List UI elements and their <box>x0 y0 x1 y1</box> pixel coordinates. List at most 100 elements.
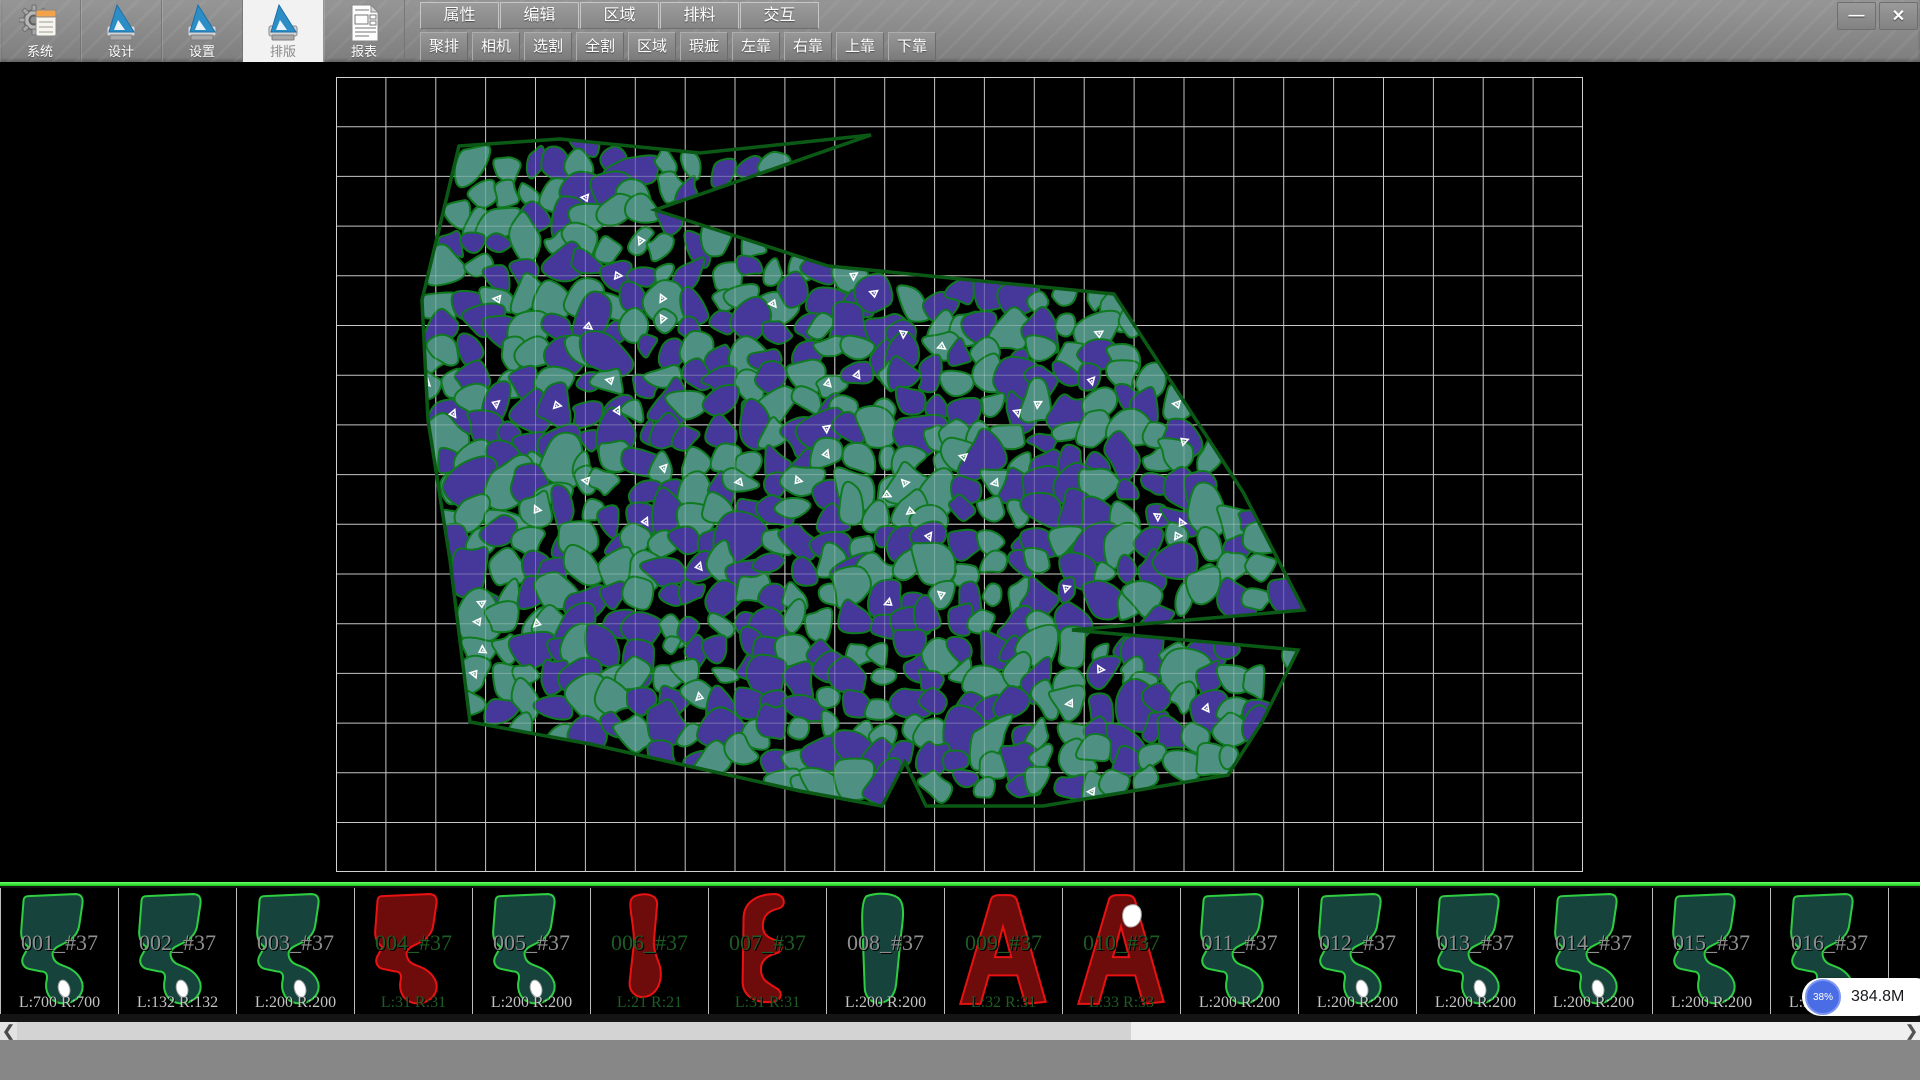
mode-button-label: 设计 <box>108 43 134 60</box>
part-thumbnail[interactable]: 002_#37L:132 R:132 <box>119 888 237 1014</box>
part-lr-count: L:200 R:200 <box>1653 994 1770 1012</box>
mode-button-label: 报表 <box>351 43 377 60</box>
mode-button-layout[interactable]: 排版 <box>243 0 324 62</box>
report-icon <box>343 3 385 43</box>
part-thumbnail[interactable]: 012_#37 L:200 R:200 <box>1299 888 1417 1014</box>
part-thumbnail[interactable]: 011_#37 L:200 R:200 <box>1181 888 1299 1014</box>
app-window: 系统设计设置排版报表 属性编辑区域排料交互 聚排相机选割全割区域瑕疵左靠右靠上靠… <box>0 0 1920 1080</box>
part-name: 009_#37 <box>945 930 1062 956</box>
part-name: 003_#37 <box>237 930 354 956</box>
part-thumbnail[interactable]: 010_#37 L:33 R:33 <box>1063 888 1181 1014</box>
part-lr-count: L:31 R:31 <box>709 994 826 1012</box>
part-thumbnail[interactable]: 015_#37 L:200 R:200 <box>1653 888 1771 1014</box>
mode-button-system[interactable]: 系统 <box>0 0 81 62</box>
menu-tab-1[interactable]: 属性 <box>420 2 499 29</box>
action-button-10[interactable]: 下靠 <box>888 32 936 61</box>
part-lr-count: L:33 R:33 <box>1063 994 1180 1012</box>
part-name: 001_#37 <box>1 930 118 956</box>
menu-tab-2[interactable]: 编辑 <box>500 2 579 29</box>
part-lr-count: L:200 R:200 <box>827 994 944 1012</box>
action-button-7[interactable]: 左靠 <box>732 32 780 61</box>
part-name: 015_#37 <box>1653 930 1770 956</box>
download-size-label: 384.8M <box>1851 988 1904 1006</box>
parts-strip: 001_#37 L:700 R:700002_#37L:132 R:132003_… <box>0 882 1920 1022</box>
horizontal-scrollbar[interactable]: ❮ ❯ <box>0 1022 1920 1040</box>
part-lr-count: L:200 R:200 <box>1299 994 1416 1012</box>
action-button-6[interactable]: 瑕疵 <box>680 32 728 61</box>
part-thumbnail[interactable]: 001_#37 L:700 R:700 <box>0 888 119 1014</box>
part-lr-count: L:200 R:200 <box>237 994 354 1012</box>
mode-button-label: 设置 <box>189 43 215 60</box>
scrollbar-thumb[interactable] <box>17 1022 1131 1040</box>
mode-button-group: 系统 设计 设置 排版 报表 <box>0 0 405 62</box>
progress-circle-icon: 38% <box>1805 979 1841 1015</box>
action-button-2[interactable]: 相机 <box>472 32 520 61</box>
nesting-canvas[interactable] <box>0 62 1920 882</box>
part-thumbnail[interactable]: 005_#37L:200 R:200 <box>473 888 591 1014</box>
part-thumbnail[interactable]: 004_#37 L:31 R:31 <box>355 888 473 1014</box>
part-thumbnail-list: 001_#37 L:700 R:700002_#37L:132 R:132003_… <box>0 888 1920 1016</box>
menu-tab-3[interactable]: 区域 <box>580 2 659 29</box>
part-lr-count: L:31 R:31 <box>355 994 472 1012</box>
progress-percent: 38% <box>1813 992 1833 1003</box>
part-name: 004_#37 <box>355 930 472 956</box>
part-thumbnail[interactable]: 007_#37 L:31 R:31 <box>709 888 827 1014</box>
menu-tab-5[interactable]: 交互 <box>740 2 819 29</box>
footer-bar <box>0 1040 1920 1080</box>
part-lr-count: L:200 R:200 <box>1417 994 1534 1012</box>
action-button-8[interactable]: 右靠 <box>784 32 832 61</box>
close-button[interactable]: ✕ <box>1879 2 1918 30</box>
action-button-1[interactable]: 聚排 <box>420 32 468 61</box>
action-button-5[interactable]: 区域 <box>628 32 676 61</box>
part-name: 007_#37 <box>709 930 826 956</box>
notepad <box>36 10 56 36</box>
part-thumbnail[interactable]: 009_#37 L:32 R:31 <box>945 888 1063 1014</box>
mode-button-settings[interactable]: 设置 <box>162 0 243 62</box>
part-thumbnail[interactable]: 006_#37 L:21 R:21 <box>591 888 709 1014</box>
part-name: 008_#37 <box>827 930 944 956</box>
nesting-grid <box>336 77 1583 872</box>
part-name: 0 <box>1889 930 1920 956</box>
part-name: 013_#37 <box>1417 930 1534 956</box>
window-controls: — ✕ <box>1837 2 1918 30</box>
design-icon <box>100 3 142 43</box>
menu-tab-row: 属性编辑区域排料交互 <box>420 2 940 29</box>
part-lr-count: L:132 R:132 <box>119 994 236 1012</box>
part-name: 010_#37 <box>1063 930 1180 956</box>
part-lr-count: L:200 R:200 <box>473 994 590 1012</box>
part-lr-count: L:32 R:31 <box>945 994 1062 1012</box>
part-name: 016_#37 <box>1771 930 1888 956</box>
part-thumbnail[interactable]: 008_#37 L:200 R:200 <box>827 888 945 1014</box>
scroll-right-button[interactable]: ❯ <box>1903 1022 1920 1040</box>
minimize-button[interactable]: — <box>1837 2 1876 30</box>
download-progress-pill[interactable]: 38% 384.8M <box>1802 978 1920 1016</box>
mode-button-label: 系统 <box>27 43 53 60</box>
scroll-left-button[interactable]: ❮ <box>0 1022 17 1040</box>
part-lr-count: L:200 R:200 <box>1181 994 1298 1012</box>
main-toolbar: 系统设计设置排版报表 属性编辑区域排料交互 聚排相机选割全割区域瑕疵左靠右靠上靠… <box>0 0 1920 62</box>
mode-button-report[interactable]: 报表 <box>324 0 405 62</box>
strip-top-line <box>0 882 1920 886</box>
layout-icon <box>262 3 304 43</box>
part-lr-count: L:200 R:200 <box>1535 994 1652 1012</box>
part-thumbnail[interactable]: 013_#37 L:200 R:200 <box>1417 888 1535 1014</box>
part-thumbnail[interactable]: 014_#37 L:200 R:200 <box>1535 888 1653 1014</box>
action-button-4[interactable]: 全割 <box>576 32 624 61</box>
action-button-row: 聚排相机选割全割区域瑕疵左靠右靠上靠下靠 <box>420 32 940 61</box>
menu-tab-4[interactable]: 排料 <box>660 2 739 29</box>
part-lr-count: L:21 R:21 <box>591 994 708 1012</box>
settings-icon <box>181 3 223 43</box>
part-name: 006_#37 <box>591 930 708 956</box>
part-lr-count: L:700 R:700 <box>1 994 118 1012</box>
system-icon <box>19 3 61 43</box>
part-name: 014_#37 <box>1535 930 1652 956</box>
menu-area: 属性编辑区域排料交互 聚排相机选割全割区域瑕疵左靠右靠上靠下靠 <box>420 0 940 61</box>
part-thumbnail[interactable]: 003_#37 L:200 R:200 <box>237 888 355 1014</box>
action-button-9[interactable]: 上靠 <box>836 32 884 61</box>
part-name: 011_#37 <box>1181 930 1298 956</box>
mode-button-design[interactable]: 设计 <box>81 0 162 62</box>
action-button-3[interactable]: 选割 <box>524 32 572 61</box>
nested-pieces <box>407 124 1329 818</box>
mode-button-label: 排版 <box>270 43 296 60</box>
part-name: 012_#37 <box>1299 930 1416 956</box>
